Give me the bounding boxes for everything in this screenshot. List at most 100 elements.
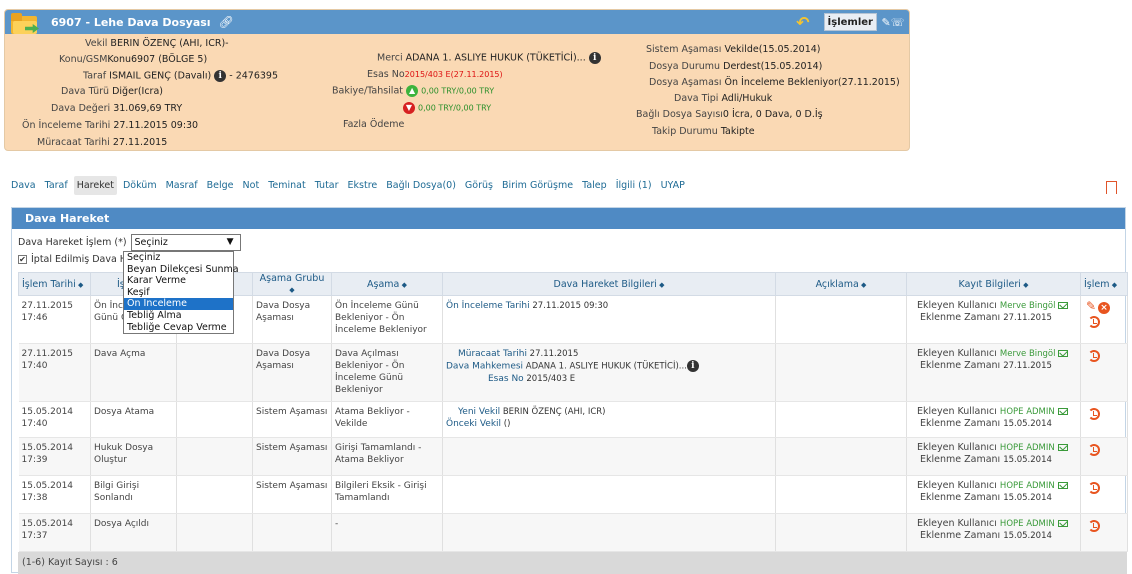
cell-date: 27.11.2015 17:46: [18, 295, 91, 344]
sort-icon[interactable]: ◆: [1110, 281, 1117, 289]
hareket-islem-dropdown: Seçiniz Beyan Dilekçesi Sunma Karar Verme K…: [123, 251, 239, 335]
table-row: 15.05.2014 17:37 Dosya Açıldı - Ekleyen Kull…: [18, 513, 1128, 552]
mahkeme-info-icon[interactable]: i: [686, 360, 699, 372]
ekleyen-line: Ekleyen Kullanıcı Merve Bingöl: [917, 300, 1077, 312]
dropdown-option[interactable]: Keşif: [124, 287, 233, 299]
cell-asama: Dava Açılması Bekleniyor - Ön İnceleme G…: [331, 343, 443, 402]
hareket-islem-select[interactable]: Seçiniz ▼: [130, 234, 241, 251]
bilgi-label: Önceki Vekil: [446, 419, 502, 429]
sort-icon[interactable]: ◆: [1021, 281, 1028, 289]
tab-15[interactable]: UYAP: [658, 176, 688, 195]
konu-row: Konu/GSMKonu6907 (BÖLGE 5): [59, 54, 208, 65]
eklenme-date: 15.05.2014: [1003, 493, 1052, 503]
undo-icon[interactable]: ↶: [796, 13, 809, 32]
on-inceleme-row: Ön İnceleme Tarihi 27.11.2015 09:30: [22, 120, 199, 131]
cell-islem-ops: [1080, 401, 1128, 438]
row-date: 15.05.2014: [21, 481, 74, 491]
tab-6[interactable]: Not: [240, 176, 263, 195]
row-time: 17:38: [21, 493, 48, 503]
column-header[interactable]: Aşama ◆: [331, 272, 443, 296]
tab-7[interactable]: Teminat: [265, 176, 309, 195]
panel-title: Dava Hareket: [12, 208, 1125, 229]
file-summary-panel: 6907 - Lehe Dava Dosyası 🔗︎ ↶ İşlemler ✎…: [4, 9, 910, 151]
bilgi-label: Müracaat Tarihi: [458, 349, 527, 359]
tab-1[interactable]: Taraf: [42, 176, 71, 195]
dosya-asamasi-row: Dosya Aşaması Ön İnceleme Bekleniyor(27.…: [649, 77, 900, 88]
column-header[interactable]: İşlem ◆: [1080, 272, 1128, 296]
eklenme-date: 15.05.2014: [1003, 419, 1052, 429]
mail-icon[interactable]: [1057, 482, 1068, 489]
mail-icon[interactable]: [1057, 520, 1068, 527]
edit-phone-icon[interactable]: ✎☏: [877, 10, 909, 34]
tab-8[interactable]: Tutar: [312, 176, 342, 195]
tab-0[interactable]: Dava: [8, 176, 39, 195]
dropdown-option[interactable]: Ön İnceleme: [124, 298, 233, 310]
dropdown-option[interactable]: Beyan Dilekçesi Sunma: [124, 264, 239, 276]
tab-2[interactable]: Hareket: [73, 176, 117, 195]
cell-asama-grubu: Sistem Aşaması: [252, 437, 332, 476]
tab-10[interactable]: Bağlı Dosya(0): [383, 176, 459, 195]
ekleyen-line: Ekleyen Kullanıcı HOPE ADMIN: [917, 442, 1077, 454]
ekleyen-label: Ekleyen Kullanıcı: [917, 300, 1000, 311]
tab-5[interactable]: Belge: [204, 176, 237, 195]
cell-asama: Ön İnceleme Günü Bekleniyor - Ön İncelem…: [331, 295, 443, 344]
mail-icon[interactable]: [1057, 408, 1068, 415]
tab-13[interactable]: Talep: [579, 176, 610, 195]
column-header[interactable]: Dava Hareket Bilgileri ◆: [442, 272, 776, 296]
eklenme-label: Eklenme Zamanı: [920, 530, 1004, 541]
dropdown-option[interactable]: Tebliğe Cevap Verme: [124, 322, 233, 334]
row-time: 17:40: [21, 419, 48, 429]
dropdown-option[interactable]: Karar Verme: [124, 275, 233, 287]
row-date: 27.11.2015: [21, 301, 74, 311]
column-label: İşlem Tarihi: [22, 278, 76, 290]
ekleyen-line: Ekleyen Kullanıcı HOPE ADMIN: [917, 518, 1077, 530]
sort-icon[interactable]: ◆: [76, 281, 83, 289]
sort-icon[interactable]: ◆: [859, 281, 866, 289]
checkbox[interactable]: ✔: [18, 255, 27, 264]
tab-4[interactable]: Masraf: [163, 176, 201, 195]
cell-asama: Bilgileri Eksik - Girişi Tamamlandı: [331, 475, 443, 514]
mail-icon[interactable]: [1058, 302, 1069, 309]
muracaat-row: Müracaat Tarihi 27.11.2015: [37, 137, 168, 148]
link-icon[interactable]: 🔗︎: [219, 15, 234, 29]
dropdown-option[interactable]: Tebliğ Alma: [124, 310, 233, 322]
sort-icon[interactable]: ◆: [657, 281, 664, 289]
islemler-button[interactable]: İşlemler: [823, 13, 877, 31]
mail-icon[interactable]: [1058, 350, 1069, 357]
column-header[interactable]: Kayıt Bilgileri ◆: [906, 272, 1081, 296]
tab-11[interactable]: Görüş: [462, 176, 496, 195]
sort-icon[interactable]: ◆: [399, 281, 407, 289]
merci-row: Merci ADANA 1. ASLIYE HUKUK (TÜKETİCİ)..…: [377, 52, 601, 64]
bilgi-value: 2015/403 E: [523, 373, 576, 384]
eklenme-label: Eklenme Zamanı: [920, 312, 1004, 323]
history-icon[interactable]: [1088, 408, 1100, 420]
history-icon[interactable]: [1088, 482, 1100, 494]
history-icon[interactable]: [1088, 520, 1100, 532]
merci-info-icon[interactable]: i: [588, 52, 601, 64]
cell-kayit-bilgileri: Ekleyen Kullanıcı HOPE ADMIN Eklenme Zama…: [906, 513, 1081, 552]
eklenme-date: 27.11.2015: [1003, 361, 1052, 371]
taraf-info-icon[interactable]: i: [214, 70, 227, 82]
tab-3[interactable]: Döküm: [120, 176, 160, 195]
dropdown-option[interactable]: Seçiniz: [124, 252, 233, 264]
mail-icon[interactable]: [1057, 444, 1068, 451]
column-header[interactable]: Açıklama ◆: [775, 272, 907, 296]
pencil-icon[interactable]: ✎: [1086, 300, 1096, 312]
cell-kayit-bilgileri: Ekleyen Kullanıcı Merve Bingöl Eklenme Za…: [906, 295, 1081, 344]
tab-12[interactable]: Birim Görüşme: [499, 176, 576, 195]
column-header[interactable]: Aşama Grubu ◆: [252, 272, 332, 296]
sort-icon[interactable]: ◆: [289, 286, 294, 294]
tab-14[interactable]: İlgili (1): [613, 176, 655, 195]
cell-hareket-bilgileri: [442, 437, 776, 476]
history-icon[interactable]: [1088, 350, 1100, 362]
delete-icon[interactable]: ×: [1098, 302, 1111, 314]
vekil-row: Vekil BERIN ÖZENÇ (AHI, ICR)-: [85, 38, 229, 49]
history-icon[interactable]: [1088, 316, 1100, 328]
bookmark-icon[interactable]: [1106, 181, 1117, 194]
ekleyen-label: Ekleyen Kullanıcı: [917, 442, 1000, 453]
bilgi-label: Ön İnceleme Tarihi: [446, 301, 530, 311]
cell-date: 15.05.2014 17:37: [18, 513, 91, 552]
column-header[interactable]: İşlem Tarihi ◆: [18, 272, 91, 296]
history-icon[interactable]: [1088, 444, 1100, 456]
tab-9[interactable]: Ekstre: [345, 176, 381, 195]
